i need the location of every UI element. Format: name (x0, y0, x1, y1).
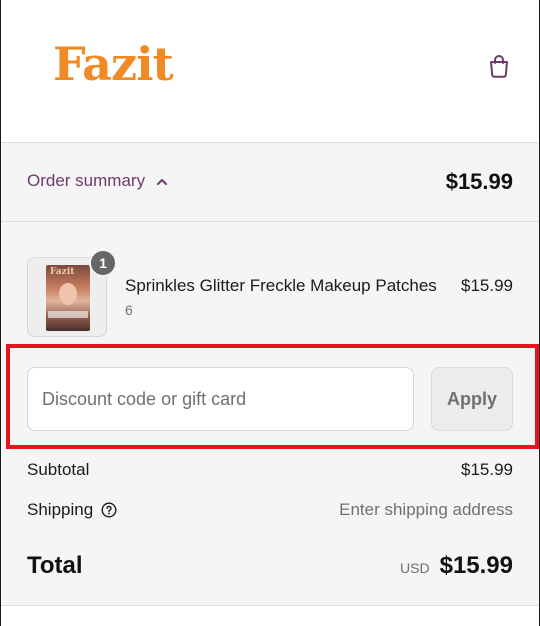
subtotal-value: $15.99 (461, 460, 513, 479)
brand-logo[interactable]: Fazit (53, 36, 174, 92)
quantity-badge: 1 (89, 249, 117, 277)
header: Fazit (1, 0, 539, 142)
subtotal-label: Subtotal (27, 460, 89, 480)
product-price: $15.99 (461, 276, 513, 295)
currency-code: USD (400, 560, 430, 576)
summary-total: $15.99 (445, 169, 513, 194)
order-summary-toggle[interactable]: Order summary (27, 171, 169, 191)
total-amount: $15.99 (439, 552, 513, 579)
shipping-label-text: Shipping (27, 500, 94, 519)
apply-button[interactable]: Apply (431, 367, 513, 431)
question-circle-icon[interactable] (101, 502, 117, 518)
subtotal-label-text: Subtotal (27, 460, 90, 479)
product-variant: 6 (125, 302, 133, 318)
total-label: Total (27, 552, 83, 579)
shipping-label: Shipping (27, 500, 117, 520)
discount-code-input[interactable] (27, 367, 414, 431)
product-name: Sprinkles Glitter Freckle Makeup Patches (125, 276, 437, 295)
total-value-group: USD $15.99 (400, 552, 513, 580)
thumb-brand: Fazit (50, 267, 75, 277)
chevron-up-icon (155, 174, 169, 188)
shopping-bag-icon[interactable] (485, 52, 513, 80)
order-summary-panel: Fazit 1 Sprinkles Glitter Freckle Makeup… (1, 222, 539, 606)
order-summary-label: Order summary (27, 171, 146, 190)
shipping-value: Enter shipping address (339, 500, 513, 519)
order-summary-bar: Order summary $15.99 (1, 142, 539, 222)
product-image: Fazit (46, 265, 90, 331)
